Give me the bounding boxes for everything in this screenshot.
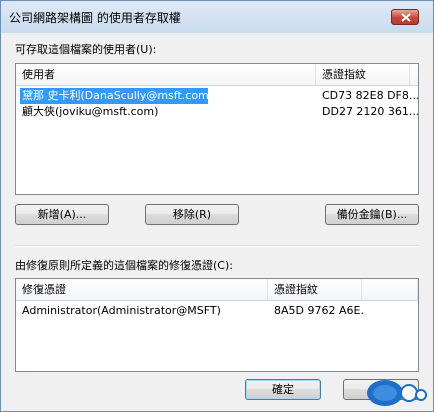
column-thumbprint[interactable]: 憑證指紋	[316, 64, 410, 85]
close-button[interactable]	[391, 9, 419, 25]
recovery-cert-cell: Administrator(Administrator@MSFT)	[22, 304, 221, 317]
column-empty	[362, 279, 418, 300]
recovery-list[interactable]: 修復憑證 憑證指紋 Administrator(Administrator@MS…	[15, 278, 419, 372]
thumbprint-cell: 8A5D 9762 A6E...	[274, 304, 364, 317]
ok-button[interactable]: 確定	[245, 379, 321, 400]
remove-button[interactable]: 移除(R)	[145, 204, 239, 225]
add-button[interactable]: 新增(A)...	[15, 204, 109, 225]
backup-key-button[interactable]: 備份金鑰(B)...	[325, 204, 419, 225]
user-cell: 黛那 史卡利(DanaScully@msft.com)	[20, 88, 208, 104]
divider	[15, 245, 419, 247]
users-list-header: 使用者 憑證指紋	[16, 64, 418, 86]
column-thumbprint[interactable]: 憑證指紋	[268, 279, 362, 300]
user-cell: 顧大俠(joviku@msft.com)	[22, 105, 159, 118]
recovery-label: 由修復原則所定義的這個檔案的修復憑證(C):	[15, 259, 233, 272]
table-row[interactable]: 黛那 史卡利(DanaScully@msft.com) CD73 82E8 DF…	[16, 88, 418, 104]
column-user[interactable]: 使用者	[16, 64, 316, 85]
users-label: 可存取這個檔案的使用者(U):	[15, 43, 157, 56]
thumbprint-cell: CD73 82E8 DF8...	[322, 89, 418, 102]
window-title: 公司網路架構圖 的使用者存取權	[9, 11, 181, 25]
column-recovery-cert[interactable]: 修復憑證	[16, 279, 268, 300]
table-row[interactable]: Administrator(Administrator@MSFT) 8A5D 9…	[16, 303, 418, 319]
thumbprint-cell: DD27 2120 361...	[322, 105, 418, 118]
users-list[interactable]: 使用者 憑證指紋 黛那 史卡利(DanaScully@msft.com) CD7…	[15, 63, 419, 195]
table-row[interactable]: 顧大俠(joviku@msft.com) DD27 2120 361...	[16, 104, 418, 120]
close-icon	[401, 13, 411, 22]
watermark-logo	[367, 380, 427, 406]
recovery-list-header: 修復憑證 憑證指紋	[16, 279, 418, 301]
dialog-window: 公司網路架構圖 的使用者存取權 可存取這個檔案的使用者(U): 使用者 憑證指紋…	[0, 0, 434, 412]
title-bar: 公司網路架構圖 的使用者存取權	[1, 1, 433, 33]
